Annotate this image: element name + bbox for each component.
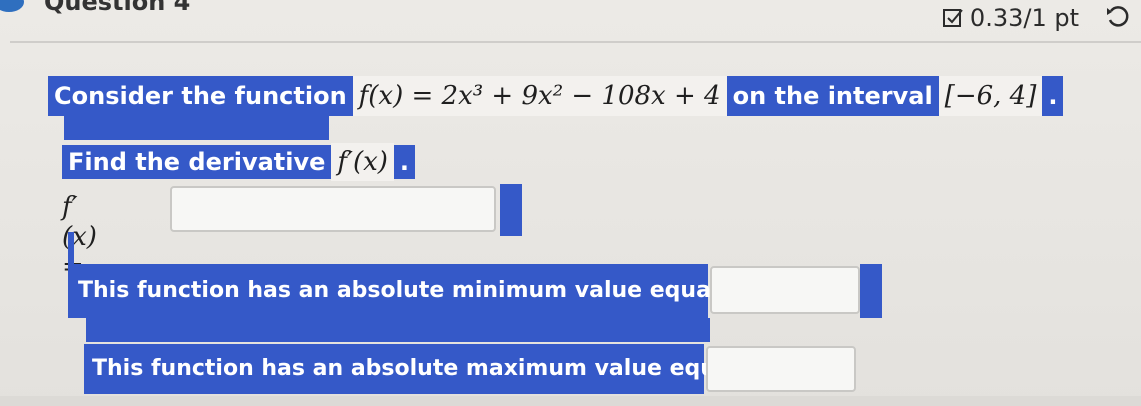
highlight-bar <box>68 232 74 266</box>
interval-expression: [−6, 4] <box>938 76 1043 116</box>
minimum-answer-row: This function has an absolute minimum va… <box>68 264 882 318</box>
question-status-dot <box>0 0 24 12</box>
derivative-prompt: Find the derivative f′(x) . <box>62 142 416 182</box>
interval-text: on the interval <box>726 76 939 116</box>
statement-period: . <box>1042 76 1064 116</box>
minimum-prompt-text: This function has an absolute minimum va… <box>68 264 752 318</box>
retry-icon[interactable] <box>1105 4 1131 30</box>
score-text: 0.33/1 pt <box>969 4 1079 32</box>
score-indicator: 0.33/1 pt <box>942 4 1079 32</box>
derivative-prompt-text: Find the derivative <box>62 145 332 179</box>
question-title: Question 4 <box>44 0 191 16</box>
maximum-answer-row: This function has an absolute maximum va… <box>84 344 864 394</box>
maximum-input[interactable] <box>706 346 856 392</box>
problem-statement: Consider the function f(x) = 2x³ + 9x² −… <box>48 76 1064 116</box>
checkbox-check-icon <box>942 9 963 27</box>
highlight-bar <box>64 114 329 140</box>
bottom-edge <box>0 396 1141 406</box>
maximum-prompt-text: This function has an absolute maximum va… <box>84 344 772 394</box>
derivative-prompt-period: . <box>393 145 416 179</box>
function-expression: f(x) = 2x³ + 9x² − 108x + 4 <box>352 76 727 116</box>
highlight-bar <box>500 184 522 236</box>
highlight-bar <box>86 318 710 342</box>
intro-text: Consider the function <box>48 76 353 116</box>
derivative-input[interactable] <box>170 186 496 232</box>
derivative-prompt-expression: f′(x) <box>331 143 394 181</box>
highlight-bar <box>860 264 882 318</box>
minimum-input[interactable] <box>710 266 860 314</box>
header-divider <box>10 41 1141 43</box>
